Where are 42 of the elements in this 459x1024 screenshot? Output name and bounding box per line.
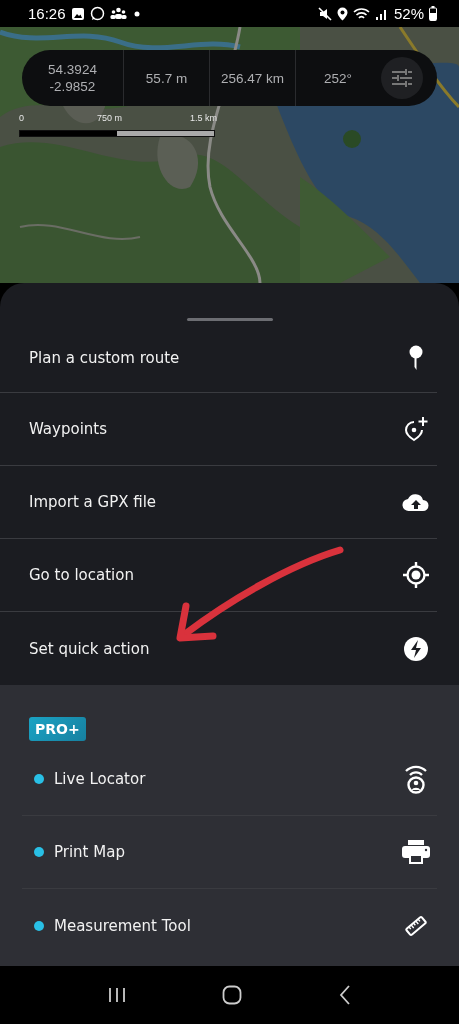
mute-icon (317, 6, 332, 21)
image-icon (70, 6, 85, 21)
menu-item[interactable]: Waypoints (0, 393, 437, 466)
scale-label: 750 m (97, 113, 122, 123)
sliders-icon (391, 69, 413, 87)
bullet-icon (34, 774, 44, 784)
group-icon (109, 7, 127, 20)
menu-item[interactable]: Print Map (22, 816, 437, 889)
pro-badge: PRO+ (29, 717, 86, 741)
scale-label: 0 (19, 113, 24, 123)
ruler-icon (405, 914, 427, 937)
altitude: 55.7 m (124, 50, 210, 106)
location-icon (336, 6, 348, 21)
menu-item[interactable]: Live Locator (22, 743, 437, 816)
back-icon (338, 985, 351, 1005)
live-tracking-icon (404, 764, 428, 794)
menu-item[interactable]: Set quick action (0, 612, 437, 685)
cloud-upload-icon (402, 492, 430, 512)
battery-percent: 52% (393, 5, 424, 22)
printer-icon (401, 839, 431, 865)
home-icon (222, 985, 243, 1005)
drag-handle[interactable] (186, 318, 273, 321)
chat-icon (89, 6, 105, 21)
add-location-icon (403, 416, 429, 442)
wifi-icon (352, 6, 370, 21)
coordinates: 54.3924 -2.9852 (22, 50, 124, 106)
bullet-icon (34, 920, 44, 931)
menu-item[interactable]: Import a GPX file (0, 466, 437, 539)
lightning-icon (403, 635, 429, 662)
battery-icon (429, 6, 437, 21)
distance: 256.47 km (210, 50, 296, 106)
target-icon (402, 561, 430, 589)
recents-icon (108, 987, 127, 1003)
pin-icon (407, 345, 425, 371)
settings-button[interactable] (381, 57, 423, 99)
clock: 16:26 (28, 5, 66, 22)
menu-item[interactable]: Measurement Tool (22, 889, 437, 962)
bullet-icon (34, 847, 44, 857)
menu-item[interactable]: Plan a custom route (0, 324, 437, 393)
scale-label: 1.5 km (190, 113, 217, 123)
menu-item[interactable]: Go to location (0, 539, 437, 612)
bearing: 252° (323, 69, 353, 88)
